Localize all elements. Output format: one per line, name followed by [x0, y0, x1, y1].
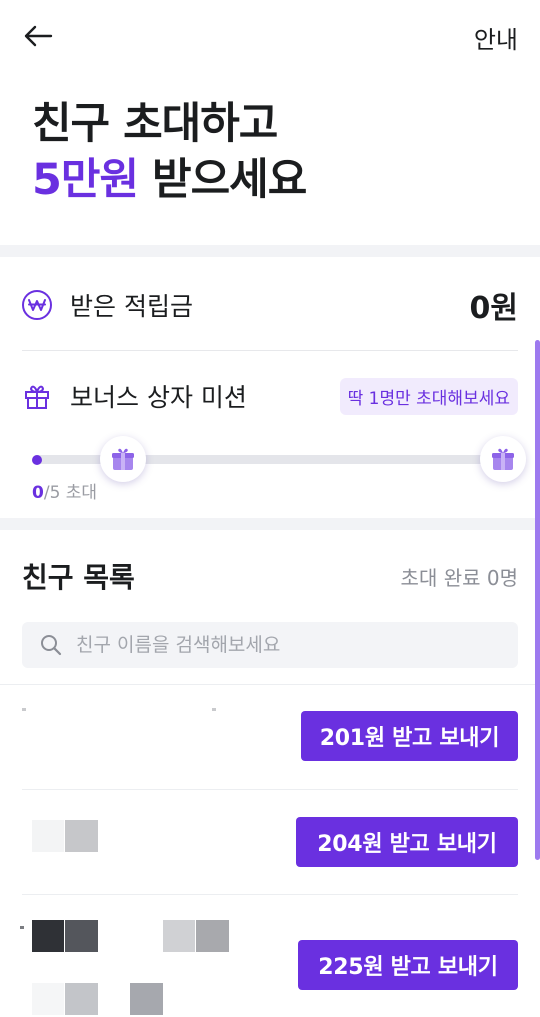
friend-name	[130, 983, 163, 1015]
list-divider	[0, 684, 540, 685]
progress-total: /5 초대	[43, 483, 98, 503]
friend-avatar	[20, 926, 24, 929]
friend-name	[212, 708, 216, 711]
friends-header: 친구 목록 초대 완료 0명	[22, 556, 518, 596]
search-input[interactable]	[76, 634, 496, 656]
section-divider	[0, 518, 540, 530]
mission-label: 보너스 상자 미션	[70, 383, 247, 412]
friend-name	[65, 983, 98, 1015]
hero-amount: 5만원	[32, 155, 139, 205]
points-row: 받은 적립금 0원	[22, 280, 518, 330]
progress-current: 0	[32, 483, 44, 503]
list-item: 201원 받고 보내기	[0, 690, 540, 790]
friend-avatar	[22, 708, 26, 711]
points-value: 0원	[469, 291, 518, 326]
send-invite-button[interactable]: 201원 받고 보내기	[301, 711, 518, 761]
app-root: 안내 친구 초대하고 5만원 받으세요 받은 적립금 0원 보너스 상자 미션 …	[0, 0, 540, 1017]
friend-avatar	[32, 983, 64, 1015]
divider	[22, 350, 518, 351]
scrollbar[interactable]	[535, 340, 540, 860]
won-coin-icon	[22, 290, 52, 320]
points-label: 받은 적립금	[70, 292, 193, 321]
list-item: 225원 받고 보내기	[0, 895, 540, 1017]
back-button[interactable]	[18, 18, 58, 54]
gift-box-icon[interactable]	[480, 436, 526, 482]
gift-box-icon[interactable]	[100, 436, 146, 482]
mission-progress: 0/5 초대	[22, 430, 526, 510]
search-icon	[41, 635, 62, 656]
arrow-left-icon	[24, 25, 53, 47]
progress-text: 0/5 초대	[32, 478, 97, 503]
gift-icon	[22, 381, 52, 411]
send-invite-button[interactable]: 204원 받고 보내기	[296, 817, 518, 867]
section-divider	[0, 245, 540, 257]
list-item: 204원 받고 보내기	[0, 790, 540, 894]
mission-row: 보너스 상자 미션 딱 1명만 초대해보세요	[22, 374, 518, 418]
friend-name	[65, 820, 98, 852]
friend-search[interactable]	[22, 622, 518, 668]
send-invite-button[interactable]: 225원 받고 보내기	[298, 940, 518, 990]
friend-name	[163, 920, 195, 952]
friend-name	[196, 920, 229, 952]
hero-title: 친구 초대하고 5만원 받으세요	[32, 96, 307, 208]
hero-line-2: 5만원 받으세요	[32, 152, 307, 208]
hero-line-2-rest: 받으세요	[138, 155, 307, 205]
mission-badge: 딱 1명만 초대해보세요	[339, 377, 518, 415]
friend-avatar	[32, 920, 64, 952]
friend-avatar	[32, 820, 64, 852]
hero-line-1: 친구 초대하고	[32, 99, 278, 149]
invite-completed-count: 초대 완료 0명	[400, 565, 518, 590]
top-bar: 안내	[0, 0, 540, 72]
progress-start-dot	[32, 455, 42, 465]
guide-link[interactable]: 안내	[474, 20, 518, 55]
friends-title: 친구 목록	[22, 561, 135, 594]
friend-name	[65, 920, 98, 952]
